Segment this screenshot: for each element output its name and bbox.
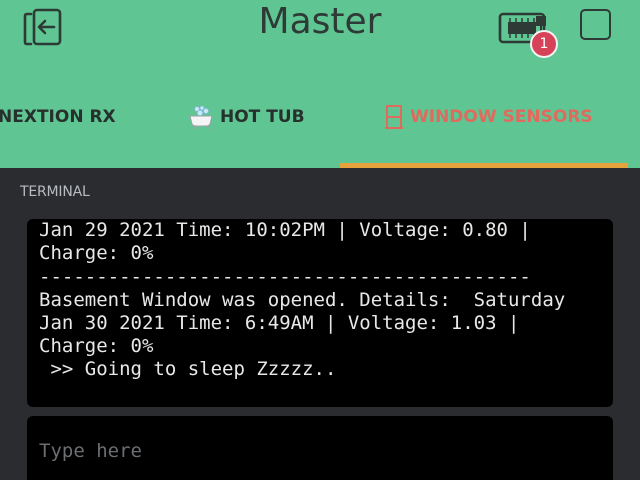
notification-badge: 1 [530,30,558,58]
terminal-line: Jan 29 2021 Time: 10:02PM | Voltage: 0.8… [39,219,531,242]
terminal-line: Jan 30 2021 Time: 6:49AM | Voltage: 1.03… [39,312,520,335]
tab-label: HOT TUB [220,107,305,127]
tab-nextion-rx[interactable]: NEXTION RX [0,96,116,138]
active-tab-indicator [340,163,628,168]
terminal-label: TERMINAL [20,184,90,200]
terminal-line: Charge: 0% [39,335,154,358]
app-header: Master 1 NEXTION RX HOT TUB WINDOW SENSO… [0,0,640,168]
menu-square-button[interactable] [580,9,611,40]
terminal-line: ----------------------------------------… [39,265,531,288]
terminal-lines: Saturday . . . . . . . . . . . . Jan 29 … [39,219,613,382]
door-icon [384,104,404,130]
tab-bar: NEXTION RX HOT TUB WINDOW SENSORS [0,96,640,168]
tab-window-sensors[interactable]: WINDOW SENSORS [340,96,628,138]
terminal-input[interactable] [39,436,599,466]
tab-label: NEXTION RX [0,107,116,127]
tab-hot-tub[interactable]: HOT TUB [188,96,305,138]
terminal-line: Basement Window was opened. Details: Sat… [39,288,566,311]
terminal-output[interactable]: Saturday . . . . . . . . . . . . Jan 29 … [27,219,613,407]
terminal-input-box [27,416,613,480]
terminal-line: >> Going to sleep Zzzzz.. [39,358,337,381]
tab-label: WINDOW SENSORS [410,107,593,127]
terminal-line: Charge: 0% [39,242,154,265]
bathtub-icon [188,104,214,130]
